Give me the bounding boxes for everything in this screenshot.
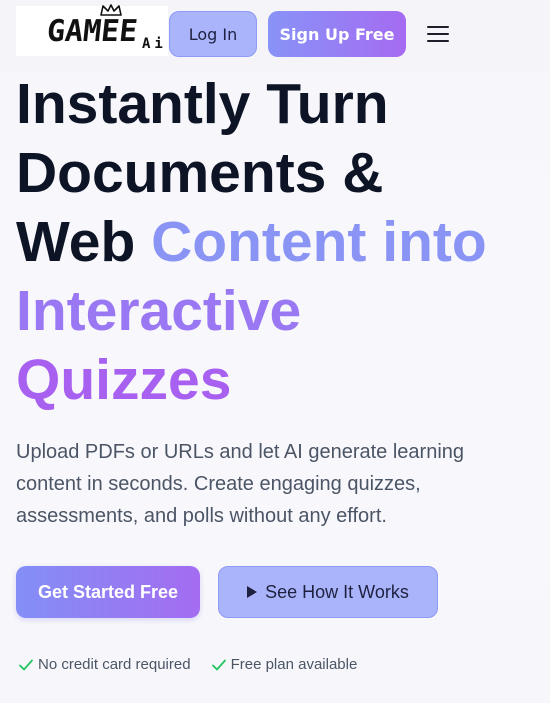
hamburger-icon[interactable] [426, 22, 450, 46]
headline-gradient-text-1: Content into [151, 210, 487, 274]
login-button[interactable]: Log In [169, 11, 257, 57]
headline-line-4: Interactive [16, 279, 302, 343]
headline-line-2: Documents & [16, 141, 384, 205]
logo-wordmark: GAMEE [45, 13, 139, 49]
feature-item: No credit card required [18, 656, 191, 673]
feature-label: Free plan available [230, 656, 358, 673]
hero-subtitle: Upload PDFs or URLs and let AI generate … [16, 441, 465, 527]
hero-headline: Instantly Turn Documents & Web Content i… [16, 70, 546, 415]
check-icon [211, 659, 226, 670]
top-nav: GAMEE Ai Log In Sign Up Free [0, 0, 550, 72]
play-icon [247, 586, 258, 598]
brand-logo[interactable]: GAMEE Ai [16, 4, 168, 56]
signup-button[interactable]: Sign Up Free [268, 11, 406, 57]
crown-icon [100, 4, 122, 16]
see-how-it-works-label: See How It Works [265, 581, 409, 602]
check-icon [19, 659, 33, 670]
headline-line-5: Quizzes [16, 348, 232, 412]
headline-line-3: Web Content into [16, 208, 546, 277]
logo-ai-mark: Ai [142, 36, 167, 52]
feature-list: No credit card required Free plan availa… [18, 656, 357, 673]
see-how-it-works-button[interactable]: See How It Works [218, 566, 438, 618]
get-started-button[interactable]: Get Started Free [16, 566, 200, 618]
headline-web-word: Web [16, 210, 152, 274]
headline-line-1: Instantly Turn [16, 72, 389, 136]
feature-label: No credit card required [38, 656, 191, 673]
feature-item: Free plan available [211, 656, 358, 673]
